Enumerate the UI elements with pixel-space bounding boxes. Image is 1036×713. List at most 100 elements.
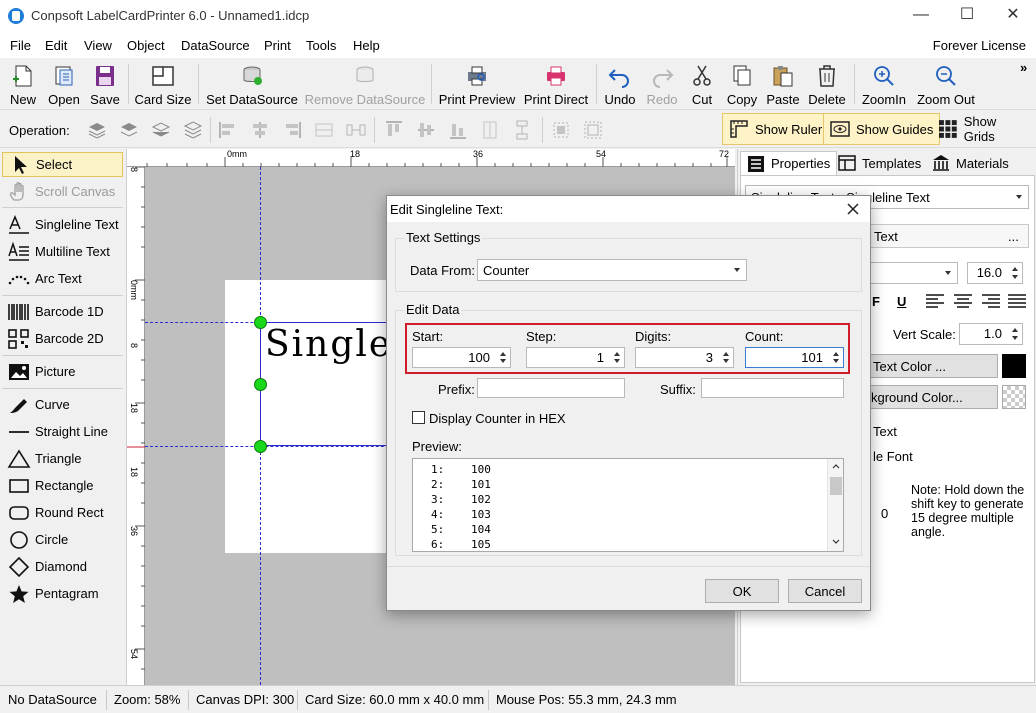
align-text-center-icon[interactable] <box>953 293 973 309</box>
minimize-button[interactable]: — <box>898 0 944 32</box>
tool-diamond[interactable]: Diamond <box>2 554 123 579</box>
suffix-input[interactable] <box>701 378 844 398</box>
align-bottom-icon[interactable] <box>448 120 468 140</box>
resize-handle[interactable] <box>254 378 267 391</box>
print-direct-button[interactable]: Print Direct <box>521 60 591 108</box>
open-button[interactable]: Open <box>44 60 84 108</box>
underline-button[interactable]: U <box>897 294 906 309</box>
same-width-icon[interactable] <box>551 120 571 140</box>
italic-button[interactable]: F <box>872 294 880 309</box>
text-more-button[interactable]: ... <box>1008 229 1019 244</box>
close-icon[interactable] <box>846 202 860 216</box>
align-center-icon[interactable] <box>250 120 270 140</box>
distribute-horizontal-icon[interactable] <box>314 120 334 140</box>
show-ruler-toggle[interactable]: Show Ruler <box>722 113 830 145</box>
tool-select[interactable]: Select <box>2 152 123 177</box>
toolbar-overflow-button[interactable]: » <box>1020 60 1027 75</box>
cut-button[interactable]: Cut <box>684 60 720 108</box>
menu-view[interactable]: View <box>84 38 112 53</box>
scroll-down-icon[interactable] <box>832 539 840 545</box>
align-text-right-icon[interactable] <box>981 293 1001 309</box>
tool-multiline-text[interactable]: Multiline Text <box>2 239 123 264</box>
prefix-input[interactable] <box>477 378 625 398</box>
same-size-icon[interactable] <box>583 120 603 140</box>
step-spinner[interactable]: 1 <box>526 347 625 368</box>
bring-to-front-icon[interactable] <box>87 120 107 140</box>
text-color-button[interactable]: Text Color ... <box>866 354 998 378</box>
menu-help[interactable]: Help <box>353 38 380 53</box>
menu-object[interactable]: Object <box>127 38 165 53</box>
preview-scrollbar[interactable] <box>827 459 843 551</box>
text-option-label[interactable]: Text <box>873 424 897 439</box>
align-top-icon[interactable] <box>384 120 404 140</box>
card-size-button[interactable]: Card Size <box>133 60 193 108</box>
tool-rectangle[interactable]: Rectangle <box>2 473 123 498</box>
align-text-justify-icon[interactable] <box>1007 293 1027 309</box>
digits-spinner[interactable]: 3 <box>635 347 734 368</box>
equal-spacing-icon[interactable] <box>346 120 366 140</box>
font-option-label[interactable]: le Font <box>873 449 913 464</box>
tab-properties[interactable]: Properties <box>740 151 838 175</box>
tool-triangle[interactable]: Triangle <box>2 446 123 471</box>
tab-materials[interactable]: Materials <box>926 151 1015 175</box>
tool-scroll-canvas[interactable]: Scroll Canvas <box>2 179 123 204</box>
show-grids-toggle[interactable]: Show Grids <box>932 113 1036 145</box>
menu-tools[interactable]: Tools <box>306 38 336 53</box>
remove-datasource-button[interactable]: Remove DataSource <box>304 60 426 108</box>
align-text-left-icon[interactable] <box>925 293 945 309</box>
cancel-button[interactable]: Cancel <box>788 579 862 603</box>
preview-list[interactable]: 1: 100 2: 101 3: 102 4: 103 5: 104 6: 105 <box>412 458 844 552</box>
tool-picture[interactable]: Picture <box>2 359 123 384</box>
start-spinner[interactable]: 100 <box>412 347 511 368</box>
maximize-button[interactable]: ☐ <box>944 0 990 32</box>
new-button[interactable]: New <box>4 60 42 108</box>
tool-arc-text[interactable]: Arc Text <box>2 266 123 291</box>
save-button[interactable]: Save <box>86 60 124 108</box>
paste-button[interactable]: Paste <box>764 60 802 108</box>
undo-button[interactable]: Undo <box>600 60 640 108</box>
equal-vertical-spacing-icon[interactable] <box>512 120 532 140</box>
count-spinner[interactable]: 101 <box>745 347 844 368</box>
send-backward-icon[interactable] <box>151 120 171 140</box>
scrollbar-thumb[interactable] <box>830 477 842 495</box>
copy-button[interactable]: Copy <box>722 60 762 108</box>
tool-straight-line[interactable]: Straight Line <box>2 419 123 444</box>
menu-print[interactable]: Print <box>264 38 291 53</box>
hex-checkbox-label[interactable]: Display Counter in HEX <box>429 411 566 426</box>
tool-curve[interactable]: Curve <box>2 392 123 417</box>
tool-round-rect[interactable]: Round Rect <box>2 500 123 525</box>
delete-button[interactable]: Delete <box>805 60 849 108</box>
bring-forward-icon[interactable] <box>119 120 139 140</box>
set-datasource-button[interactable]: Set DataSource <box>205 60 299 108</box>
scroll-up-icon[interactable] <box>832 463 840 469</box>
tool-barcode-1d[interactable]: Barcode 1D <box>2 299 123 324</box>
distribute-vertical-icon[interactable] <box>480 120 500 140</box>
font-name-combo[interactable] <box>866 262 958 284</box>
tool-singleline-text[interactable]: Singleline Text <box>2 212 123 237</box>
ok-button[interactable]: OK <box>705 579 779 603</box>
tool-pentagram[interactable]: Pentagram <box>2 581 123 606</box>
align-left-icon[interactable] <box>218 120 238 140</box>
zoom-in-button[interactable]: ZoomIn <box>858 60 910 108</box>
text-color-swatch[interactable] <box>1002 354 1026 378</box>
show-guides-toggle[interactable]: Show Guides <box>823 113 941 145</box>
hex-checkbox[interactable] <box>412 411 425 424</box>
menu-file[interactable]: File <box>10 38 31 53</box>
zoom-out-button[interactable]: Zoom Out <box>912 60 980 108</box>
tool-circle[interactable]: Circle <box>2 527 123 552</box>
align-middle-icon[interactable] <box>416 120 436 140</box>
font-size-spinner[interactable]: 16.0 <box>967 262 1023 284</box>
resize-handle[interactable] <box>254 440 267 453</box>
align-right-icon[interactable] <box>282 120 302 140</box>
tab-templates[interactable]: Templates <box>832 151 927 175</box>
print-preview-button[interactable]: Print Preview <box>437 60 517 108</box>
data-from-select[interactable]: Counter <box>477 259 747 281</box>
resize-handle[interactable] <box>254 316 267 329</box>
menu-datasource[interactable]: DataSource <box>181 38 250 53</box>
redo-button[interactable]: Redo <box>642 60 682 108</box>
vert-scale-spinner[interactable]: 1.0 <box>959 323 1023 345</box>
background-color-button[interactable]: kground Color... <box>866 385 998 409</box>
background-color-swatch[interactable] <box>1002 385 1026 409</box>
menu-edit[interactable]: Edit <box>45 38 67 53</box>
send-to-back-icon[interactable] <box>183 120 203 140</box>
